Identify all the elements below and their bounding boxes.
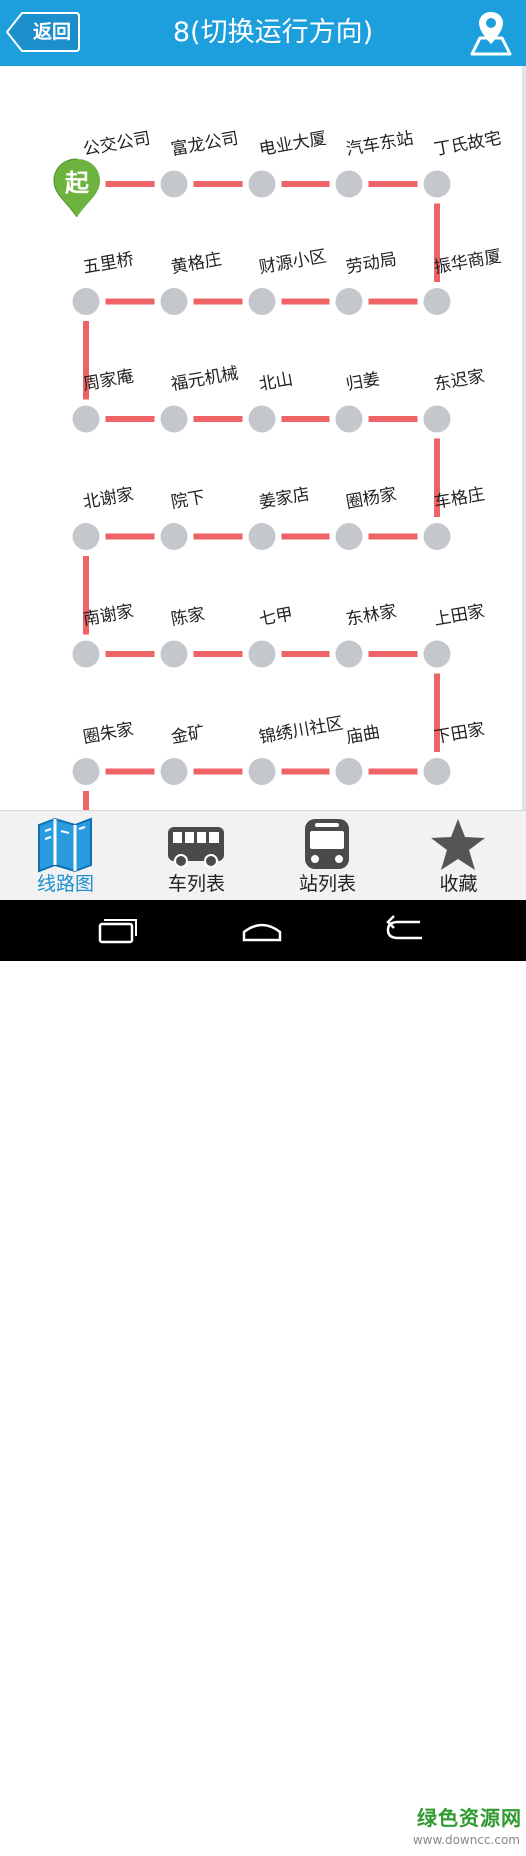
stop-dot[interactable] (423, 640, 451, 668)
stop-dot[interactable] (335, 523, 363, 550)
tab-bus-list-label: 车列表 (167, 873, 225, 895)
watermark: 绿色资源网 www.downcc.com (410, 1804, 522, 1856)
route-map[interactable]: 公交公司 富龙公司 电业大厦 汽车东站 丁氏故宅 五里桥 黄格庄 财源小区 劳动局 振华商厦 周家庵… (0, 66, 526, 810)
app-header: 返回 8(切换运行方向) (0, 0, 526, 66)
stop-dot[interactable] (72, 405, 100, 433)
stop-dot[interactable] (335, 640, 363, 668)
back-button-label: 返回 (32, 21, 71, 43)
tab-favorites-label: 收藏 (439, 873, 478, 895)
system-nav-bar: 绿色资源网 www.downcc.com (0, 900, 526, 1847)
stop-dot[interactable] (160, 170, 188, 198)
stop-dot[interactable] (72, 758, 100, 785)
stop-dot[interactable] (248, 405, 276, 433)
route-map-icon (38, 817, 92, 873)
bus-side-icon (168, 827, 224, 868)
stop-dot[interactable] (248, 170, 276, 198)
stop-dot[interactable] (423, 758, 451, 785)
stop-dot[interactable] (72, 288, 100, 315)
stop-dot[interactable] (160, 288, 188, 315)
tab-favorites[interactable]: 收藏 (393, 811, 524, 901)
stop-dot[interactable] (248, 523, 276, 550)
stop-dot[interactable] (248, 640, 276, 668)
star-icon (431, 819, 485, 870)
back-button[interactable]: 返回 (6, 12, 80, 52)
tab-bus-list[interactable]: 车列表 (131, 811, 262, 901)
bus-front-icon (305, 819, 349, 869)
stop-dot[interactable] (423, 288, 451, 315)
stop-dot[interactable] (160, 523, 188, 550)
stop-dot[interactable] (423, 170, 451, 198)
route-scrollbar[interactable] (522, 66, 526, 810)
tab-route-map[interactable]: 线路图 (0, 811, 131, 901)
stop-dot[interactable] (248, 758, 276, 785)
stop-dot[interactable] (72, 523, 100, 550)
stop-dot[interactable] (160, 405, 188, 433)
stop-dot[interactable] (423, 405, 451, 433)
back-arrow-icon[interactable] (368, 908, 448, 954)
stop-dot[interactable] (160, 758, 188, 785)
stop-dot[interactable] (335, 170, 363, 198)
watermark-main: 绿色资源网 (417, 1806, 522, 1830)
tab-stop-list-label: 站列表 (298, 873, 356, 895)
recents-icon[interactable] (76, 908, 156, 954)
stop-dot[interactable] (335, 405, 363, 433)
stop-dot[interactable] (335, 288, 363, 315)
page-title[interactable]: 8(切换运行方向) (90, 0, 456, 66)
stop-dot[interactable] (248, 288, 276, 315)
stop-dot[interactable] (423, 523, 451, 550)
watermark-url: www.downcc.com (412, 1833, 520, 1847)
stop-dot[interactable] (72, 640, 100, 668)
start-marker-label: 起 (65, 169, 89, 197)
home-icon[interactable] (222, 908, 302, 954)
start-marker: 起 (52, 157, 102, 219)
tab-stop-list[interactable]: 站列表 (262, 811, 393, 901)
bottom-tab-bar: 线路图 车列表 站列表 收藏 (0, 810, 526, 900)
map-location-icon[interactable] (466, 8, 516, 58)
tab-route-map-label: 线路图 (36, 873, 94, 895)
stop-dot[interactable] (160, 640, 188, 668)
stop-dot[interactable] (335, 758, 363, 785)
